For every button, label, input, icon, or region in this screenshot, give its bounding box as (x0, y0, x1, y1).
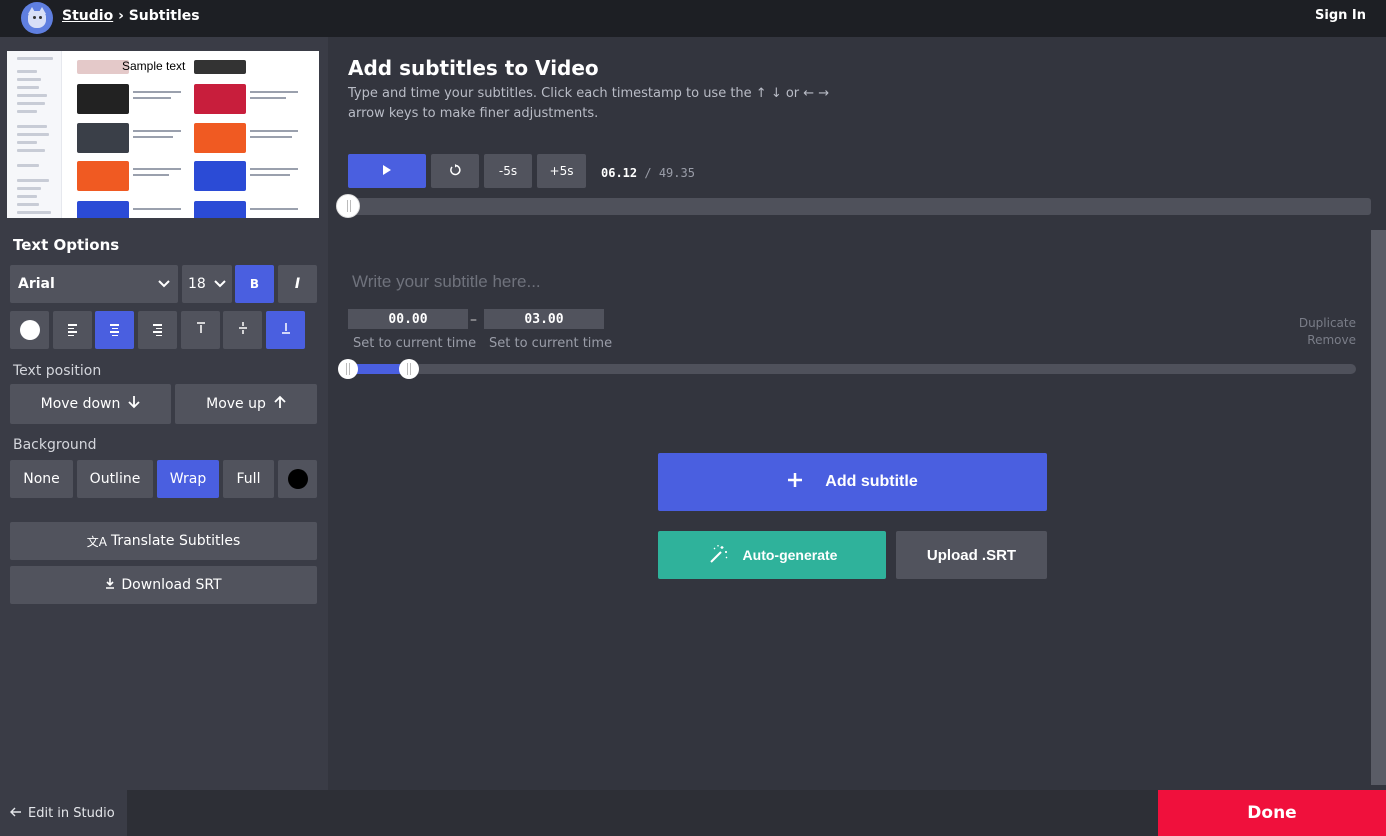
font-select[interactable]: Arial (10, 265, 178, 303)
download-icon (105, 577, 115, 593)
start-time-field[interactable]: 00.00 (348, 309, 468, 329)
chevron-down-icon (214, 276, 226, 292)
align-right-button[interactable] (138, 311, 177, 349)
video-timeline[interactable] (348, 198, 1371, 215)
color-swatch-icon (287, 469, 308, 489)
page-description: Type and time your subtitles. Click each… (348, 86, 830, 121)
chevron-down-icon (158, 276, 170, 292)
translate-icon: 文A (86, 534, 107, 549)
auto-generate-button[interactable]: Auto-generate (658, 531, 886, 579)
skip-forward-button[interactable]: +5s (537, 154, 586, 188)
range-separator: – (470, 312, 477, 328)
translate-subtitles-button[interactable]: 文A Translate Subtitles (10, 522, 317, 560)
app-logo[interactable] (21, 2, 53, 34)
add-subtitle-button[interactable]: Add subtitle (658, 453, 1047, 511)
move-down-label: Move down (40, 396, 121, 412)
sign-in-link[interactable]: Sign In (1315, 8, 1366, 23)
range-end-handle[interactable] (399, 359, 419, 379)
move-up-button[interactable]: Move up (175, 384, 317, 424)
background-none-button[interactable]: None (10, 460, 73, 498)
edit-in-studio-button[interactable]: Edit in Studio (0, 790, 127, 836)
timeline-handle[interactable] (336, 194, 360, 218)
bold-button[interactable]: B (235, 265, 274, 303)
background-wrap-button[interactable]: Wrap (157, 460, 219, 498)
subtitle-text-input[interactable]: Write your subtitle here... (352, 272, 541, 292)
translate-label: Translate Subtitles (110, 533, 241, 549)
top-bar: Studio › Subtitles Sign In (0, 0, 1386, 37)
time-readout: 06.12 / 49.35 (601, 166, 695, 180)
scrollbar[interactable] (1371, 230, 1386, 785)
breadcrumb-studio-link[interactable]: Studio (62, 8, 113, 24)
text-color-button[interactable] (10, 311, 49, 349)
total-time: 49.35 (658, 166, 695, 180)
arrow-left-icon (10, 806, 22, 821)
end-time-field[interactable]: 03.00 (484, 309, 604, 329)
play-icon (383, 164, 391, 178)
footer-bar (127, 790, 1158, 836)
italic-button[interactable]: I (278, 265, 317, 303)
preview-sidebar (7, 51, 62, 218)
page-title: Add subtitles to Video (348, 56, 599, 80)
play-button[interactable] (348, 154, 426, 188)
move-up-label: Move up (206, 396, 266, 412)
current-time: 06.12 (601, 166, 638, 180)
align-center-icon (110, 324, 119, 336)
download-label: Download SRT (121, 577, 222, 593)
background-label: Background (13, 437, 97, 453)
restart-button[interactable] (431, 154, 479, 188)
restart-icon (449, 163, 461, 179)
skip-back-button[interactable]: -5s (484, 154, 532, 188)
set-start-current-link[interactable]: Set to current time (353, 336, 476, 351)
align-center-button[interactable] (95, 311, 134, 349)
remove-link[interactable]: Remove (1307, 333, 1356, 347)
vertical-align-middle-button[interactable] (223, 311, 262, 349)
background-color-button[interactable] (278, 460, 317, 498)
align-bottom-icon (281, 322, 291, 338)
background-outline-button[interactable]: Outline (77, 460, 153, 498)
duplicate-link[interactable]: Duplicate (1299, 316, 1356, 330)
done-button[interactable]: Done (1158, 790, 1386, 836)
align-left-button[interactable] (53, 311, 92, 349)
preview-sample-text: Sample text (122, 59, 186, 73)
left-panel: Sample text Text Options Arial 18 B I Te… (0, 37, 328, 790)
align-top-icon (196, 322, 206, 338)
magic-wand-icon (707, 544, 729, 567)
video-preview[interactable]: Sample text (7, 51, 319, 218)
align-left-icon (68, 324, 77, 336)
breadcrumb: Studio › Subtitles (62, 8, 200, 24)
time-separator: / (644, 166, 652, 180)
add-subtitle-label: Add subtitle (825, 473, 918, 490)
text-position-label: Text position (13, 363, 102, 379)
font-select-value: Arial (18, 276, 55, 292)
upload-srt-button[interactable]: Upload .SRT (896, 531, 1047, 579)
edit-in-studio-label: Edit in Studio (28, 805, 115, 821)
align-right-icon (153, 324, 162, 336)
plus-icon (787, 472, 803, 493)
vertical-align-bottom-button[interactable] (266, 311, 305, 349)
font-size-value: 18 (188, 276, 206, 292)
arrow-up-icon (274, 395, 286, 413)
download-srt-button[interactable]: Download SRT (10, 566, 317, 604)
move-down-button[interactable]: Move down (10, 384, 171, 424)
color-swatch-icon (19, 320, 40, 340)
breadcrumb-current: Subtitles (128, 8, 200, 24)
set-end-current-link[interactable]: Set to current time (489, 336, 612, 351)
vertical-align-top-button[interactable] (181, 311, 220, 349)
align-middle-icon (238, 322, 248, 338)
breadcrumb-separator: › (118, 8, 124, 24)
background-full-button[interactable]: Full (223, 460, 274, 498)
subtitle-range-slider[interactable] (348, 364, 1356, 374)
text-options-heading: Text Options (13, 236, 120, 254)
arrow-down-icon (128, 395, 141, 413)
range-start-handle[interactable] (338, 359, 358, 379)
auto-generate-label: Auto-generate (742, 547, 838, 563)
font-size-select[interactable]: 18 (182, 265, 232, 303)
